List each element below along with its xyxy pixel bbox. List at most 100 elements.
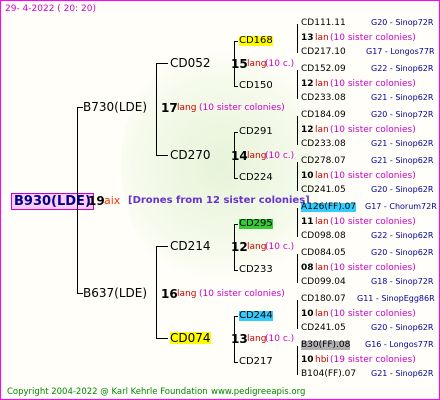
great-queen[interactable]: CD291 (239, 127, 273, 137)
leaf-code: G20 - Sinop72R (371, 110, 434, 119)
connector (234, 224, 238, 225)
dam-queen[interactable]: B637(LDE) (83, 287, 147, 299)
leaf-queen[interactable]: CD098.08 (301, 232, 346, 241)
grand-queen[interactable]: CD270 (170, 149, 211, 161)
sire-lang: lang (177, 103, 197, 113)
leaf-generation: 10 (301, 355, 314, 365)
connector (234, 132, 238, 133)
connector (297, 24, 298, 53)
leaf-code: G16 - Longos77R (365, 340, 434, 349)
leaf-code: G21 - Sinop62R (371, 139, 434, 148)
grand-lang: lang (247, 334, 267, 344)
leaf-queen[interactable]: A126(FF).07 (301, 203, 357, 212)
grand-queen[interactable]: CD052 (170, 57, 211, 69)
connector (234, 316, 235, 362)
dam-generation: 16 (161, 287, 178, 301)
leaf-code: G20 - Sinop72R (371, 18, 434, 27)
grand-queen[interactable]: CD074 (170, 332, 211, 344)
leaf-generation: 10 (301, 309, 314, 319)
grand-sister-count: (10 c.) (265, 334, 295, 344)
leaf-lang: lan (315, 309, 329, 319)
connector (297, 300, 298, 329)
leaf-lang: lan (315, 171, 329, 181)
leaf-queen[interactable]: CD152.09 (301, 65, 346, 74)
website-link[interactable]: www.pedigreeapis.org (211, 388, 305, 397)
leaf-queen[interactable]: CD084.05 (301, 249, 346, 258)
connector (156, 63, 168, 64)
leaf-code: G20 - Sinop62R (371, 323, 434, 332)
great-queen[interactable]: CD233 (239, 265, 273, 275)
connector (234, 224, 235, 270)
leaf-code: G21 - Sinop62R (371, 156, 434, 165)
leaf-generation: 12 (301, 125, 314, 135)
leaf-queen[interactable]: CD241.05 (301, 186, 346, 195)
leaf-queen[interactable]: CD180.07 (301, 295, 346, 304)
leaf-sister-count: (10 sister colonies) (330, 79, 416, 89)
leaf-sister-count: (10 sister colonies) (330, 125, 416, 135)
leaf-sister-count: (10 sister colonies) (330, 171, 416, 181)
connector (297, 346, 298, 375)
watermark-logo (121, 41, 321, 291)
leaf-queen[interactable]: CD278.07 (301, 157, 346, 166)
leaf-lang: lan (315, 125, 329, 135)
leaf-lang: lan (315, 263, 329, 273)
drones-info: [Drones from 12 sister colonies] (128, 195, 310, 206)
sire-generation: 17 (161, 101, 178, 115)
connector (156, 338, 168, 339)
great-queen[interactable]: CD295 (239, 219, 273, 229)
grand-lang: lang (247, 242, 267, 252)
great-queen[interactable]: CD244 (239, 311, 273, 321)
grand-sister-count: (10 c.) (265, 151, 295, 161)
grand-lang: lang (247, 151, 267, 161)
leaf-code: G17 - Longos77R (366, 47, 435, 56)
leaf-lang: lan (315, 33, 329, 43)
leaf-queen[interactable]: CD111.11 (301, 19, 346, 28)
leaf-sister-count: (10 sister colonies) (330, 217, 416, 227)
leaf-code: G18 - Sinop72R (371, 277, 434, 286)
leaf-queen[interactable]: CD233.08 (301, 140, 346, 149)
copyright-text: Copyright 2004-2022 @ Karl Kehrle Founda… (7, 387, 208, 397)
great-queen[interactable]: CD150 (239, 81, 273, 91)
great-queen[interactable]: CD217 (239, 357, 273, 367)
root-aix-label: aix (104, 194, 121, 207)
connector (156, 246, 157, 338)
leaf-lang: lan (315, 217, 329, 227)
grand-lang: lang (247, 59, 267, 69)
connector (297, 116, 298, 145)
leaf-queen[interactable]: B30(FF).08 (301, 341, 351, 350)
connector (156, 246, 168, 247)
great-queen[interactable]: CD168 (239, 36, 273, 46)
connector (234, 41, 235, 86)
leaf-code: G21 - Sinop62R (371, 93, 434, 102)
great-queen[interactable]: CD224 (239, 173, 273, 183)
leaf-lang: hbi (315, 355, 329, 365)
leaf-generation: 10 (301, 171, 314, 181)
leaf-code: G22 - Sinop62R (371, 64, 434, 73)
leaf-queen[interactable]: CD099.04 (301, 278, 346, 287)
leaf-sister-count: (10 sister colonies) (330, 263, 416, 273)
sire-queen[interactable]: B730(LDE) (83, 101, 147, 113)
pedigree-panel: { "header": {"date": "29- 4-2022 ( 20: 2… (0, 0, 440, 400)
connector (234, 270, 238, 271)
leaf-sister-count: (10 sister colonies) (330, 33, 416, 43)
leaf-lang: lan (315, 79, 329, 89)
leaf-queen[interactable]: CD233.08 (301, 94, 346, 103)
leaf-code: G20 - Sinop62R (371, 248, 434, 257)
leaf-generation: 11 (301, 217, 314, 227)
leaf-generation: 13 (301, 33, 314, 43)
connector-root (77, 107, 78, 293)
report-date: 29- 4-2022 ( 20: 20) (5, 4, 96, 14)
connector (297, 70, 298, 99)
connector (234, 178, 238, 179)
leaf-queen[interactable]: CD241.05 (301, 324, 346, 333)
leaf-queen[interactable]: CD217.10 (301, 48, 346, 57)
leaf-code: G20 - Sinop62R (371, 185, 434, 194)
grand-queen[interactable]: CD214 (170, 240, 211, 252)
connector (234, 132, 235, 178)
root-queen[interactable]: B930(LDE) (11, 193, 94, 210)
grand-sister-count: (10 c.) (265, 242, 295, 252)
leaf-code: G22 - Sinop62R (371, 231, 434, 240)
leaf-queen[interactable]: CD184.09 (301, 111, 346, 120)
connector (234, 316, 238, 317)
leaf-queen[interactable]: B104(FF).07 (301, 370, 356, 379)
